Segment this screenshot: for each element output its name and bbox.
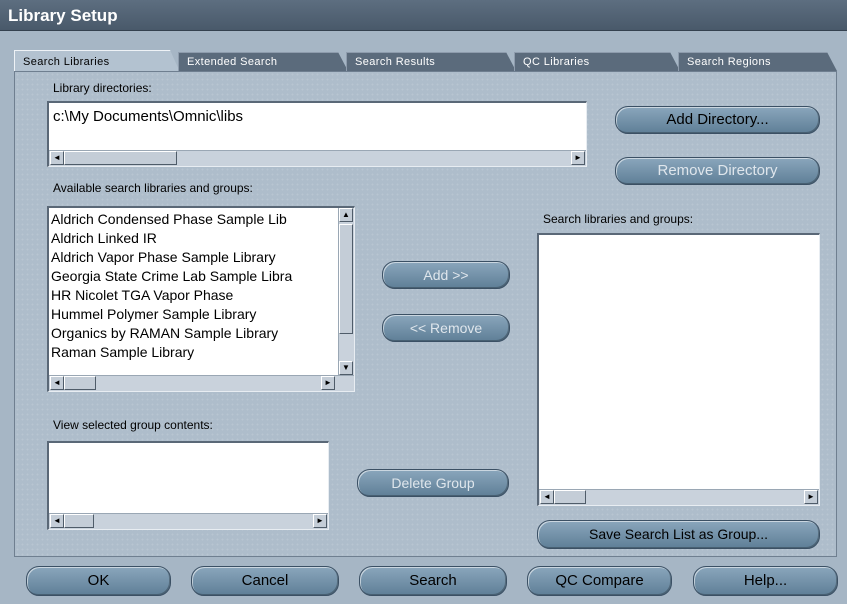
tab-search-libraries[interactable]: Search Libraries: [14, 50, 180, 72]
scroll-right-icon[interactable]: ►: [571, 151, 585, 165]
scroll-thumb[interactable]: [64, 151, 177, 165]
scroll-thumb[interactable]: [554, 490, 586, 504]
list-item[interactable]: Georgia State Crime Lab Sample Libra: [49, 267, 338, 286]
list-item[interactable]: Organics by RAMAN Sample Library: [49, 324, 338, 343]
remove-directory-button[interactable]: Remove Directory: [615, 157, 820, 185]
directory-item[interactable]: c:\My Documents\Omnic\libs: [49, 103, 586, 127]
scroll-up-icon[interactable]: ▲: [339, 208, 353, 222]
scroll-left-icon[interactable]: ◄: [50, 376, 64, 390]
list-item[interactable]: Aldrich Linked IR: [49, 229, 338, 248]
add-library-button[interactable]: Add >>: [382, 261, 510, 289]
scroll-left-icon[interactable]: ◄: [50, 514, 64, 528]
scroll-right-icon[interactable]: ►: [313, 514, 327, 528]
list-item[interactable]: Aldrich Vapor Phase Sample Library: [49, 248, 338, 267]
scroll-right-icon[interactable]: ►: [321, 376, 335, 390]
scroll-thumb[interactable]: [64, 376, 96, 390]
scroll-thumb[interactable]: [339, 224, 353, 334]
tab-extended-search[interactable]: Extended Search: [178, 52, 348, 71]
list-item[interactable]: Aldrich Condensed Phase Sample Lib: [49, 210, 338, 229]
search-libraries-label: Search libraries and groups:: [543, 212, 694, 226]
search-libraries-list[interactable]: ◄ ►: [537, 233, 820, 506]
directories-hscrollbar[interactable]: ◄ ►: [49, 150, 586, 166]
scroll-thumb[interactable]: [64, 514, 94, 528]
ok-button[interactable]: OK: [26, 566, 171, 596]
delete-group-button[interactable]: Delete Group: [357, 469, 509, 497]
remove-library-button[interactable]: << Remove: [382, 314, 510, 342]
library-directories-label: Library directories:: [53, 81, 152, 95]
library-directories-list[interactable]: c:\My Documents\Omnic\libs ◄ ►: [47, 101, 587, 167]
save-search-list-button[interactable]: Save Search List as Group...: [537, 520, 820, 549]
scroll-left-icon[interactable]: ◄: [50, 151, 64, 165]
cancel-button[interactable]: Cancel: [191, 566, 339, 596]
tab-search-regions[interactable]: Search Regions: [678, 52, 837, 71]
tab-search-results[interactable]: Search Results: [346, 52, 516, 71]
available-vscrollbar[interactable]: ▲ ▼: [338, 208, 354, 375]
scroll-left-icon[interactable]: ◄: [540, 490, 554, 504]
help-button[interactable]: Help...: [693, 566, 838, 596]
search-list-hscrollbar[interactable]: ◄ ►: [539, 489, 819, 505]
group-contents-label: View selected group contents:: [53, 418, 213, 432]
qc-compare-button[interactable]: QC Compare: [527, 566, 672, 596]
available-libraries-list[interactable]: Aldrich Condensed Phase Sample Lib Aldri…: [47, 206, 355, 392]
list-item[interactable]: Hummel Polymer Sample Library: [49, 305, 338, 324]
search-button[interactable]: Search: [359, 566, 507, 596]
available-hscrollbar[interactable]: ◄ ►: [49, 375, 354, 391]
list-item[interactable]: HR Nicolet TGA Vapor Phase: [49, 286, 338, 305]
add-directory-button[interactable]: Add Directory...: [615, 106, 820, 134]
group-contents-hscrollbar[interactable]: ◄ ►: [49, 513, 328, 529]
tab-qc-libraries[interactable]: QC Libraries: [514, 52, 680, 71]
available-libraries-label: Available search libraries and groups:: [53, 181, 253, 195]
scroll-right-icon[interactable]: ►: [804, 490, 818, 504]
window-title: Library Setup: [0, 0, 847, 31]
group-contents-list[interactable]: ◄ ►: [47, 441, 329, 530]
list-item[interactable]: Raman Sample Library: [49, 343, 338, 362]
scroll-down-icon[interactable]: ▼: [339, 361, 353, 375]
library-setup-window: Library Setup Search Libraries Extended …: [0, 0, 847, 604]
